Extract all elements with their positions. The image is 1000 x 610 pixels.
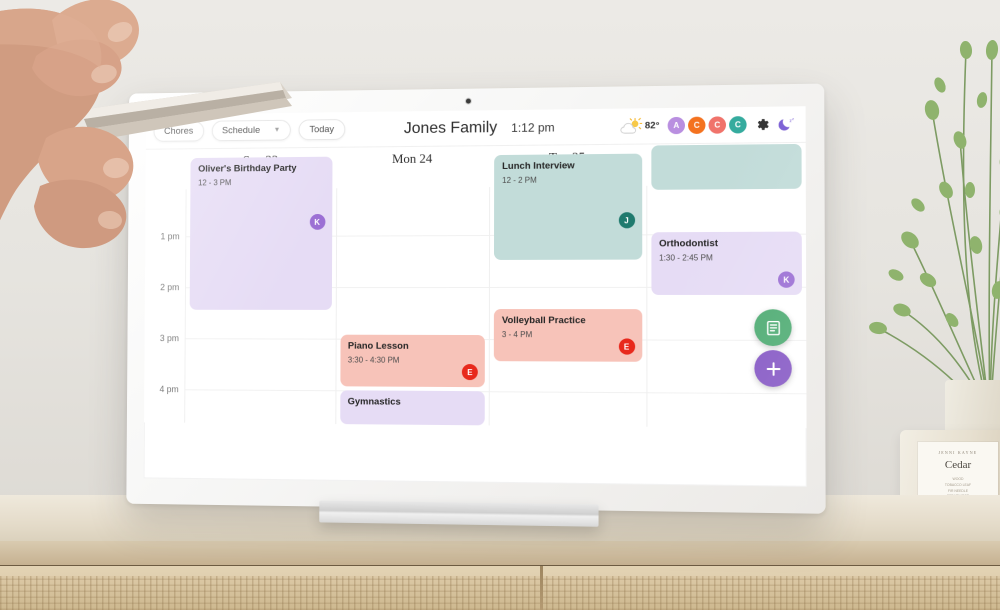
event-avatar: K xyxy=(309,213,325,230)
sideboard-cabinet xyxy=(0,566,1000,610)
event-card[interactable]: Lunch Interview 12 - 2 PM J xyxy=(493,153,642,260)
plus-icon xyxy=(763,359,783,379)
avatar[interactable]: C xyxy=(688,116,706,134)
sleep-mode-button[interactable]: z z xyxy=(778,116,796,132)
event-card-partial[interactable] xyxy=(650,143,802,190)
event-time: 1:30 - 2:45 PM xyxy=(659,253,713,263)
gear-icon xyxy=(757,119,769,130)
event-title: Lunch Interview xyxy=(502,160,575,172)
event-card[interactable]: Volleyball Practice 3 - 4 PM E xyxy=(493,309,642,362)
svg-text:z: z xyxy=(792,117,794,121)
list-document-icon xyxy=(764,319,782,336)
event-time: 12 - 2 PM xyxy=(502,175,537,185)
avatar[interactable]: C xyxy=(708,116,727,134)
moon-zzz-icon: z z xyxy=(778,117,794,131)
event-avatar: E xyxy=(618,338,635,355)
time-label: 4 pm xyxy=(159,384,179,395)
cane-panel xyxy=(0,576,1000,610)
avatar[interactable]: C xyxy=(729,116,747,134)
candle-brand: JENNI KAYNE xyxy=(938,450,978,455)
day-column-mon[interactable]: Piano Lesson 3:30 - 4:30 PM E Gymnastics xyxy=(334,187,490,426)
plant-foliage xyxy=(869,40,1000,421)
current-time: 1:12 pm xyxy=(511,119,555,135)
event-avatar: K xyxy=(778,271,795,288)
day-column-tue[interactable]: Lunch Interview 12 - 2 PM J Volleyball P… xyxy=(488,153,646,427)
day-label: Mon 24 xyxy=(392,150,433,166)
event-title: Volleyball Practice xyxy=(501,315,586,327)
event-title: Piano Lesson xyxy=(347,340,409,352)
settings-button[interactable] xyxy=(755,117,771,132)
event-card[interactable]: Piano Lesson 3:30 - 4:30 PM E xyxy=(339,334,485,388)
day-column-header[interactable]: Mon 24 xyxy=(336,146,489,188)
weather-widget[interactable]: 82° xyxy=(619,117,659,135)
candle-name: Cedar xyxy=(944,459,972,471)
event-avatar: E xyxy=(461,364,478,381)
day-column-wed[interactable]: Orthodontist 1:30 - 2:45 PM K xyxy=(645,143,807,429)
event-title: Gymnastics xyxy=(347,396,401,408)
sun-behind-cloud-icon xyxy=(619,117,641,134)
weather-temperature: 82° xyxy=(644,120,660,132)
front-camera-icon xyxy=(465,98,471,104)
smartphone-icon xyxy=(80,82,292,140)
event-card[interactable]: Orthodontist 1:30 - 2:45 PM K xyxy=(650,231,802,295)
event-avatar: J xyxy=(618,212,635,229)
lists-fab-button[interactable] xyxy=(754,309,792,347)
sideboard-edge xyxy=(0,541,1000,567)
hand-holding-phone xyxy=(0,0,310,320)
toolbar-spacer-2 xyxy=(563,126,608,127)
day-badge-slot xyxy=(336,169,489,188)
tablet-stand xyxy=(319,500,599,527)
member-avatars: A C C C xyxy=(667,116,747,135)
cabinet-seam xyxy=(540,566,543,610)
family-name-title: Jones Family xyxy=(403,118,498,137)
event-title: Orthodontist xyxy=(659,238,719,250)
event-time: 3 - 4 PM xyxy=(501,330,533,340)
add-event-fab-button[interactable] xyxy=(754,350,792,388)
room-scene: JENNI KAYNE Cedar WOOD TOBACCO LEAF FIR … xyxy=(0,0,1000,610)
event-time: 3:30 - 4:30 PM xyxy=(347,355,400,365)
hand-phone-illustration xyxy=(0,0,292,249)
avatar[interactable]: A xyxy=(667,116,686,135)
time-label: 3 pm xyxy=(159,333,179,344)
event-card[interactable]: Gymnastics xyxy=(339,390,485,426)
